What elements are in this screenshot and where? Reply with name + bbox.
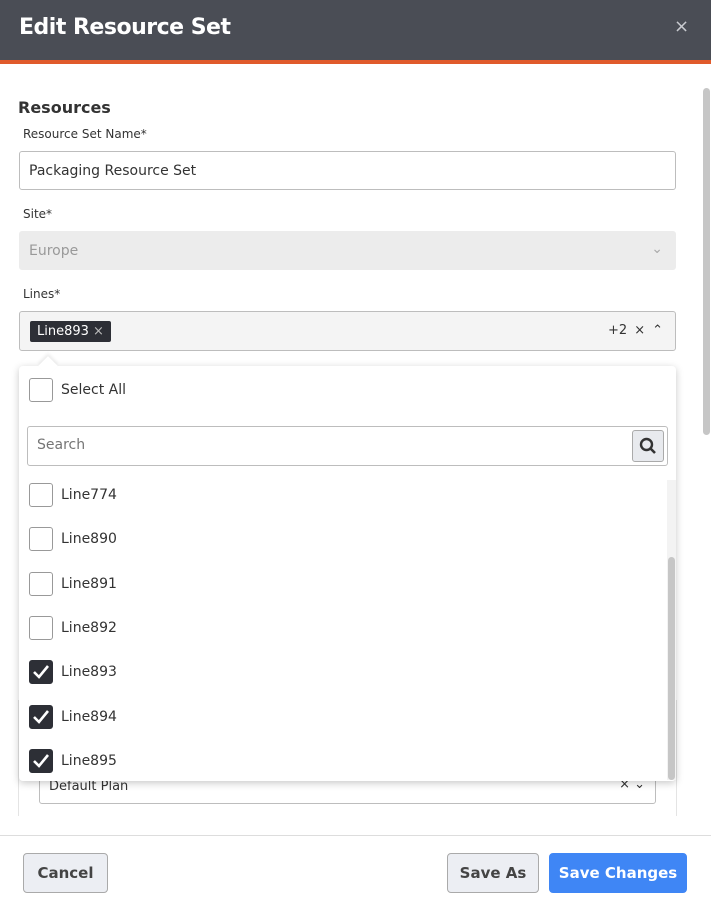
option-label: Line890 <box>61 531 117 548</box>
chevron-up-icon[interactable]: ⌃ <box>652 323 663 338</box>
line-option[interactable]: Line891 <box>29 570 117 598</box>
option-label: Line893 <box>61 664 117 681</box>
search-box <box>27 426 668 466</box>
checkbox[interactable] <box>29 378 53 402</box>
accent-bar <box>0 60 711 64</box>
checkbox[interactable] <box>29 527 53 552</box>
option-label: Line892 <box>61 619 117 636</box>
lines-multiselect[interactable]: Line893 × +2 × ⌃ <box>19 311 676 351</box>
checkbox[interactable] <box>29 483 53 507</box>
name-label: Resource Set Name* <box>23 127 147 141</box>
page-scrollbar-thumb[interactable] <box>703 88 710 435</box>
resource-set-name-input[interactable]: Packaging Resource Set <box>19 151 676 190</box>
option-label: Line894 <box>61 708 117 725</box>
check-icon <box>33 709 50 724</box>
close-icon[interactable]: × <box>674 16 689 37</box>
lines-label: Lines* <box>23 287 61 301</box>
footer-divider <box>0 835 711 836</box>
site-label: Site* <box>23 207 53 221</box>
lines-dropdown: Select All Line774Line890Line891Line892L… <box>19 356 676 781</box>
list-scrollbar[interactable] <box>667 480 676 780</box>
options-list: Line774 Line890 Line891 Line892 Line893 Line8… <box>19 480 667 780</box>
cancel-button[interactable]: Cancel <box>23 853 108 893</box>
select-all-option[interactable]: Select All <box>29 376 126 404</box>
search-icon[interactable] <box>632 430 664 462</box>
clear-icon[interactable]: × <box>634 323 645 338</box>
line-option[interactable]: Line894 <box>29 703 117 731</box>
line-option[interactable]: Line893 <box>29 658 117 686</box>
line-chip: Line893 × <box>30 320 111 342</box>
list-scrollbar-thumb[interactable] <box>668 557 675 780</box>
option-label: Line891 <box>61 575 117 592</box>
chip-label: Line893 <box>37 323 89 339</box>
checkbox[interactable] <box>29 571 53 596</box>
line-option[interactable]: Line892 <box>29 614 117 642</box>
name-value: Packaging Resource Set <box>29 162 197 179</box>
chevron-down-icon: ⌄ <box>651 241 663 257</box>
site-value: Europe <box>29 242 79 259</box>
search-input[interactable] <box>28 427 618 463</box>
dialog-title: Edit Resource Set <box>19 15 231 40</box>
check-icon <box>33 665 50 680</box>
more-count: +2 <box>608 323 628 338</box>
section-title: Resources <box>18 98 111 117</box>
checkbox[interactable] <box>29 748 53 773</box>
checkbox[interactable] <box>29 615 53 640</box>
dialog-header: Edit Resource Set × <box>0 0 711 60</box>
save-changes-button[interactable]: Save Changes <box>549 853 687 893</box>
option-label: Line774 <box>61 487 117 503</box>
checkbox[interactable] <box>29 660 53 685</box>
save-as-button[interactable]: Save As <box>447 853 539 893</box>
option-label: Line895 <box>61 752 117 769</box>
chip-remove-icon[interactable]: × <box>93 324 104 339</box>
check-icon <box>33 753 50 768</box>
line-option[interactable]: Line890 <box>29 525 117 553</box>
line-option[interactable]: Line895 <box>29 747 117 775</box>
select-all-label: Select All <box>61 382 126 398</box>
site-select: Europe ⌄ <box>19 231 676 270</box>
line-option[interactable]: Line774 <box>29 481 117 509</box>
checkbox[interactable] <box>29 704 53 729</box>
